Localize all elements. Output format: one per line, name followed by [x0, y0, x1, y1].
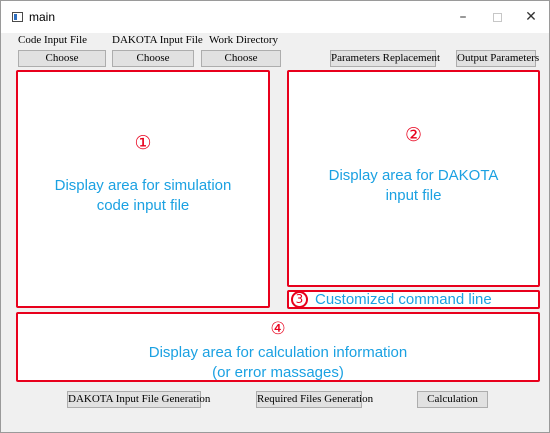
- code-input-file-label: Code Input File: [18, 34, 88, 46]
- parameters-replacement-button[interactable]: Parameters Replacement: [330, 50, 440, 67]
- dakota-input-file-label: DAKOTA Input File: [112, 34, 203, 46]
- choose-code-input-button[interactable]: Choose: [18, 50, 106, 67]
- area-number-4: ④: [270, 319, 286, 339]
- output-parameters-button[interactable]: Output Parameters: [456, 50, 539, 67]
- dakota-input-description: Display area for DAKOTA input file: [289, 166, 538, 206]
- calculation-button[interactable]: Calculation: [417, 391, 488, 408]
- maximize-icon: [492, 12, 502, 22]
- area-number-1: ①: [134, 132, 152, 154]
- calculation-info-description-line1: Display area for calculation information: [148, 344, 408, 361]
- code-input-display-area[interactable]: ① Display area for simulation code input…: [16, 70, 270, 308]
- calculation-info-description: Display area for calculation information…: [18, 343, 538, 383]
- main-window: main – ✕ Code Input File DAKOTA Input Fi…: [0, 0, 550, 433]
- command-line-input[interactable]: 3 Customized command line: [287, 290, 540, 309]
- code-input-description-line2: code input file: [96, 197, 190, 214]
- calculation-info-display-area[interactable]: ④ Display area for calculation informati…: [16, 312, 540, 382]
- window-title: main: [29, 10, 56, 24]
- dakota-input-description-line2: input file: [385, 187, 442, 204]
- title-bar: main – ✕: [1, 1, 549, 33]
- code-input-description-line1: Display area for simulation: [54, 177, 232, 194]
- close-button[interactable]: ✕: [514, 1, 548, 33]
- maximize-button[interactable]: [480, 1, 514, 33]
- command-line-description: Customized command line: [315, 291, 492, 308]
- choose-work-directory-button[interactable]: Choose: [201, 50, 281, 67]
- minimize-button[interactable]: –: [446, 1, 480, 33]
- choose-dakota-input-button[interactable]: Choose: [112, 50, 194, 67]
- dakota-input-display-area[interactable]: ② Display area for DAKOTA input file: [287, 70, 540, 287]
- code-input-description: Display area for simulation code input f…: [18, 176, 268, 216]
- area-number-2: ②: [404, 124, 423, 146]
- calculation-info-description-line2: (or error massages): [212, 364, 344, 381]
- app-icon: [12, 12, 23, 22]
- work-directory-label: Work Directory: [209, 34, 279, 46]
- area-number-3: 3: [291, 291, 308, 308]
- dakota-input-file-generation-button[interactable]: DAKOTA Input File Generation: [67, 391, 210, 408]
- dakota-input-description-line1: Display area for DAKOTA: [328, 167, 499, 184]
- required-files-generation-button[interactable]: Required Files Generation: [256, 391, 373, 408]
